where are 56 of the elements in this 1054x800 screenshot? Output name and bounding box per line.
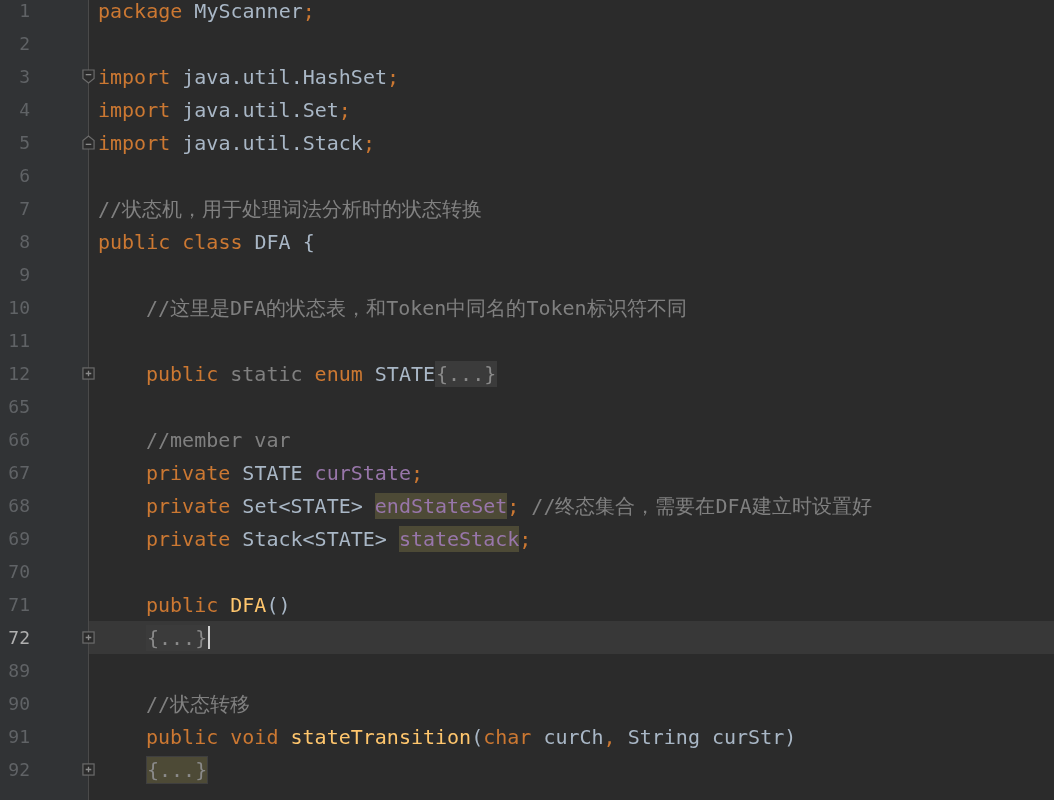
keyword: public: [146, 723, 219, 750]
keyword: public: [98, 228, 171, 255]
expand-icon[interactable]: [82, 367, 95, 380]
expand-icon[interactable]: [82, 763, 95, 776]
code-text: STATE: [241, 459, 304, 486]
punctuation: ;: [410, 459, 423, 486]
code-text: Set<STATE>: [241, 492, 364, 519]
code-text: MyScanner: [193, 0, 303, 24]
method-name: DFA: [229, 591, 267, 618]
keyword: private: [146, 459, 231, 486]
expand-icon[interactable]: [82, 631, 95, 644]
punctuation: ;: [387, 63, 400, 90]
keyword: private: [146, 525, 231, 552]
code-text: java.util.Set: [181, 96, 339, 123]
fold-open-icon[interactable]: [82, 69, 95, 84]
code-editor[interactable]: [0, 0, 1054, 800]
code-text: String curStr): [626, 723, 797, 750]
keyword: static: [229, 360, 303, 387]
code-text: STATE: [373, 360, 435, 387]
code-text: java.util.Stack: [181, 129, 363, 156]
keyword: class: [181, 228, 243, 255]
fold-close-icon[interactable]: [82, 135, 95, 150]
keyword: package: [98, 0, 183, 24]
keyword: void: [229, 723, 279, 750]
folded-code: {...}: [435, 360, 498, 387]
code-comment: //终态集合，需要在DFA建立时设置好: [530, 492, 872, 519]
punctuation: ;: [362, 129, 375, 156]
punctuation: ;: [507, 492, 520, 519]
keyword: char: [483, 723, 532, 750]
method-name: stateTransition: [289, 723, 472, 750]
keyword: public: [146, 591, 219, 618]
keyword: import: [98, 96, 171, 123]
punctuation: ;: [519, 525, 532, 552]
code-comment: //这里是DFA的状态表，和Token中同名的Token标识符不同: [146, 294, 687, 321]
keyword: enum: [313, 360, 363, 387]
punctuation: ;: [302, 0, 315, 24]
punctuation: ;: [338, 96, 351, 123]
keyword: import: [98, 63, 171, 90]
code-text: curCh: [542, 723, 604, 750]
keyword: private: [146, 492, 231, 519]
punctuation: ,: [603, 723, 616, 750]
code-comment: //状态机，用于处理词法分析时的状态转换: [98, 195, 483, 222]
code-comment: //member var: [146, 426, 291, 453]
code-text: (): [266, 591, 291, 618]
line-number: 72: [7, 627, 30, 648]
code-text: DFA {: [253, 228, 315, 255]
folded-code: {...}: [146, 755, 209, 784]
code-text: java.util.HashSet: [181, 63, 387, 90]
code-comment: //状态转移: [146, 690, 251, 717]
keyword: import: [98, 129, 171, 156]
field-name: stateStack: [398, 525, 520, 552]
code-text: (: [471, 723, 484, 750]
field-name: endStateSet: [374, 492, 508, 519]
keyword: public: [146, 360, 219, 387]
code-text: Stack<STATE>: [241, 525, 388, 552]
field-name: curState: [314, 459, 411, 486]
